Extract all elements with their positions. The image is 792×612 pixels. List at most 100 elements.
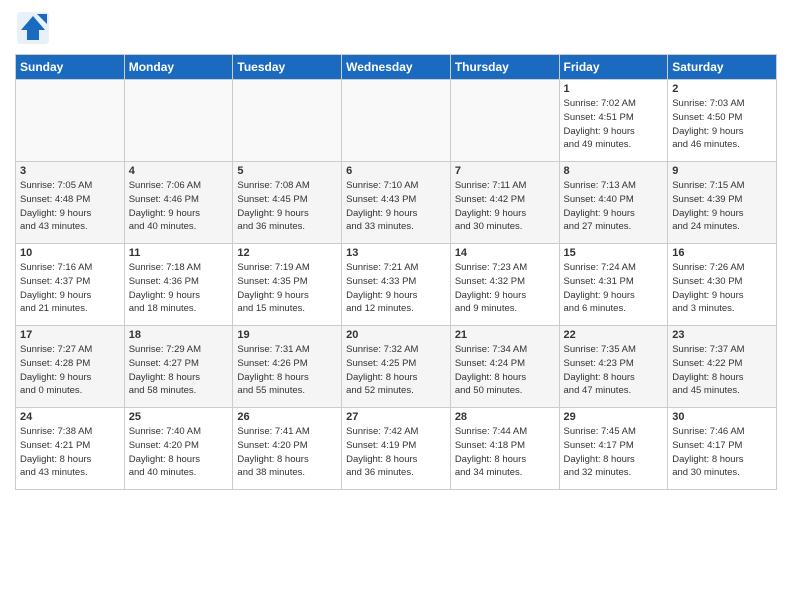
day-number: 23	[672, 329, 772, 341]
day-number: 22	[564, 329, 664, 341]
day-number: 25	[129, 411, 229, 423]
calendar-day-header: Saturday	[668, 55, 777, 80]
day-info: Sunrise: 7:31 AM Sunset: 4:26 PM Dayligh…	[237, 343, 337, 398]
day-info: Sunrise: 7:35 AM Sunset: 4:23 PM Dayligh…	[564, 343, 664, 398]
day-info: Sunrise: 7:32 AM Sunset: 4:25 PM Dayligh…	[346, 343, 446, 398]
calendar-day-header: Wednesday	[342, 55, 451, 80]
day-info: Sunrise: 7:18 AM Sunset: 4:36 PM Dayligh…	[129, 261, 229, 316]
day-info: Sunrise: 7:05 AM Sunset: 4:48 PM Dayligh…	[20, 179, 120, 234]
day-number: 6	[346, 165, 446, 177]
day-info: Sunrise: 7:10 AM Sunset: 4:43 PM Dayligh…	[346, 179, 446, 234]
calendar-day-header: Monday	[124, 55, 233, 80]
calendar-cell: 15 Sunrise: 7:24 AM Sunset: 4:31 PM Dayli…	[559, 244, 668, 326]
day-number: 21	[455, 329, 555, 341]
calendar-cell: 22 Sunrise: 7:35 AM Sunset: 4:23 PM Dayli…	[559, 326, 668, 408]
day-number: 27	[346, 411, 446, 423]
calendar-header-row: SundayMondayTuesdayWednesdayThursdayFrid…	[16, 55, 777, 80]
day-info: Sunrise: 7:24 AM Sunset: 4:31 PM Dayligh…	[564, 261, 664, 316]
calendar-cell: 25 Sunrise: 7:40 AM Sunset: 4:20 PM Dayli…	[124, 408, 233, 490]
day-number: 24	[20, 411, 120, 423]
day-number: 20	[346, 329, 446, 341]
day-info: Sunrise: 7:21 AM Sunset: 4:33 PM Dayligh…	[346, 261, 446, 316]
day-info: Sunrise: 7:42 AM Sunset: 4:19 PM Dayligh…	[346, 425, 446, 480]
calendar-cell: 19 Sunrise: 7:31 AM Sunset: 4:26 PM Dayli…	[233, 326, 342, 408]
day-number: 11	[129, 247, 229, 259]
day-info: Sunrise: 7:03 AM Sunset: 4:50 PM Dayligh…	[672, 97, 772, 152]
day-info: Sunrise: 7:11 AM Sunset: 4:42 PM Dayligh…	[455, 179, 555, 234]
day-info: Sunrise: 7:46 AM Sunset: 4:17 PM Dayligh…	[672, 425, 772, 480]
calendar-cell: 21 Sunrise: 7:34 AM Sunset: 4:24 PM Dayli…	[450, 326, 559, 408]
day-info: Sunrise: 7:19 AM Sunset: 4:35 PM Dayligh…	[237, 261, 337, 316]
day-number: 14	[455, 247, 555, 259]
day-info: Sunrise: 7:37 AM Sunset: 4:22 PM Dayligh…	[672, 343, 772, 398]
calendar-cell: 13 Sunrise: 7:21 AM Sunset: 4:33 PM Dayli…	[342, 244, 451, 326]
day-number: 3	[20, 165, 120, 177]
calendar-cell: 2 Sunrise: 7:03 AM Sunset: 4:50 PM Daylig…	[668, 80, 777, 162]
calendar-cell: 11 Sunrise: 7:18 AM Sunset: 4:36 PM Dayli…	[124, 244, 233, 326]
calendar-cell: 7 Sunrise: 7:11 AM Sunset: 4:42 PM Daylig…	[450, 162, 559, 244]
calendar-day-header: Tuesday	[233, 55, 342, 80]
page-header	[15, 10, 777, 46]
calendar-day-header: Sunday	[16, 55, 125, 80]
calendar-cell: 29 Sunrise: 7:45 AM Sunset: 4:17 PM Dayli…	[559, 408, 668, 490]
calendar-table: SundayMondayTuesdayWednesdayThursdayFrid…	[15, 54, 777, 490]
day-number: 9	[672, 165, 772, 177]
calendar-day-header: Friday	[559, 55, 668, 80]
day-number: 18	[129, 329, 229, 341]
day-info: Sunrise: 7:16 AM Sunset: 4:37 PM Dayligh…	[20, 261, 120, 316]
calendar-cell: 26 Sunrise: 7:41 AM Sunset: 4:20 PM Dayli…	[233, 408, 342, 490]
calendar-cell: 5Sunrise: 7:08 AM Sunset: 4:45 PM Daylig…	[233, 162, 342, 244]
day-info: Sunrise: 7:41 AM Sunset: 4:20 PM Dayligh…	[237, 425, 337, 480]
calendar-cell	[342, 80, 451, 162]
calendar-week-row: 24 Sunrise: 7:38 AM Sunset: 4:21 PM Dayli…	[16, 408, 777, 490]
day-info: Sunrise: 7:02 AM Sunset: 4:51 PM Dayligh…	[564, 97, 664, 152]
calendar-cell: 16Sunrise: 7:26 AM Sunset: 4:30 PM Dayli…	[668, 244, 777, 326]
day-number: 15	[564, 247, 664, 259]
day-number: 29	[564, 411, 664, 423]
day-number: 13	[346, 247, 446, 259]
day-number: 4	[129, 165, 229, 177]
day-info: Sunrise: 7:23 AM Sunset: 4:32 PM Dayligh…	[455, 261, 555, 316]
day-number: 8	[564, 165, 664, 177]
day-info: Sunrise: 7:44 AM Sunset: 4:18 PM Dayligh…	[455, 425, 555, 480]
day-info: Sunrise: 7:08 AM Sunset: 4:45 PM Dayligh…	[237, 179, 337, 234]
calendar-cell: 28 Sunrise: 7:44 AM Sunset: 4:18 PM Dayli…	[450, 408, 559, 490]
calendar-cell: 27 Sunrise: 7:42 AM Sunset: 4:19 PM Dayli…	[342, 408, 451, 490]
day-info: Sunrise: 7:29 AM Sunset: 4:27 PM Dayligh…	[129, 343, 229, 398]
calendar-cell: 10 Sunrise: 7:16 AM Sunset: 4:37 PM Dayli…	[16, 244, 125, 326]
day-number: 30	[672, 411, 772, 423]
logo-icon	[15, 10, 51, 46]
calendar-cell: 1 Sunrise: 7:02 AM Sunset: 4:51 PM Daylig…	[559, 80, 668, 162]
calendar-week-row: 17 Sunrise: 7:27 AM Sunset: 4:28 PM Dayli…	[16, 326, 777, 408]
day-number: 12	[237, 247, 337, 259]
day-info: Sunrise: 7:27 AM Sunset: 4:28 PM Dayligh…	[20, 343, 120, 398]
calendar-cell: 6 Sunrise: 7:10 AM Sunset: 4:43 PM Daylig…	[342, 162, 451, 244]
calendar-cell	[233, 80, 342, 162]
calendar-cell: 24 Sunrise: 7:38 AM Sunset: 4:21 PM Dayli…	[16, 408, 125, 490]
day-number: 10	[20, 247, 120, 259]
calendar-week-row: 10 Sunrise: 7:16 AM Sunset: 4:37 PM Dayli…	[16, 244, 777, 326]
day-info: Sunrise: 7:38 AM Sunset: 4:21 PM Dayligh…	[20, 425, 120, 480]
day-number: 2	[672, 83, 772, 95]
day-number: 28	[455, 411, 555, 423]
day-info: Sunrise: 7:45 AM Sunset: 4:17 PM Dayligh…	[564, 425, 664, 480]
day-info: Sunrise: 7:34 AM Sunset: 4:24 PM Dayligh…	[455, 343, 555, 398]
calendar-cell: 18 Sunrise: 7:29 AM Sunset: 4:27 PM Dayli…	[124, 326, 233, 408]
day-info: Sunrise: 7:06 AM Sunset: 4:46 PM Dayligh…	[129, 179, 229, 234]
calendar-cell	[124, 80, 233, 162]
logo	[15, 10, 55, 46]
day-info: Sunrise: 7:40 AM Sunset: 4:20 PM Dayligh…	[129, 425, 229, 480]
day-number: 7	[455, 165, 555, 177]
day-number: 26	[237, 411, 337, 423]
calendar-cell: 14 Sunrise: 7:23 AM Sunset: 4:32 PM Dayli…	[450, 244, 559, 326]
day-number: 19	[237, 329, 337, 341]
day-info: Sunrise: 7:26 AM Sunset: 4:30 PM Dayligh…	[672, 261, 772, 316]
calendar-week-row: 1 Sunrise: 7:02 AM Sunset: 4:51 PM Daylig…	[16, 80, 777, 162]
calendar-cell	[16, 80, 125, 162]
calendar-cell: 12 Sunrise: 7:19 AM Sunset: 4:35 PM Dayli…	[233, 244, 342, 326]
day-info: Sunrise: 7:13 AM Sunset: 4:40 PM Dayligh…	[564, 179, 664, 234]
day-number: 17	[20, 329, 120, 341]
calendar-week-row: 3 Sunrise: 7:05 AM Sunset: 4:48 PM Daylig…	[16, 162, 777, 244]
calendar-cell: 4 Sunrise: 7:06 AM Sunset: 4:46 PM Daylig…	[124, 162, 233, 244]
day-number: 1	[564, 83, 664, 95]
